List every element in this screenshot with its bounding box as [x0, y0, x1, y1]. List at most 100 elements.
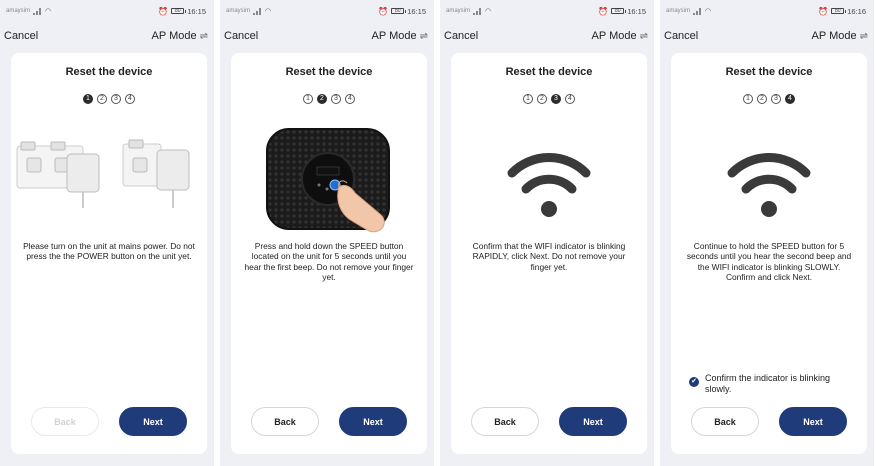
- button-row: Back Next: [231, 407, 427, 436]
- back-button[interactable]: Back: [471, 407, 539, 436]
- status-bar: amaysim ◠ ⏰ 80 16:15: [220, 0, 434, 22]
- back-button[interactable]: Back: [251, 407, 319, 436]
- swap-icon: ⇌: [639, 30, 648, 42]
- wifi-icon: [451, 118, 647, 248]
- step-1: 1: [303, 94, 313, 104]
- wifi-icon: [671, 118, 867, 248]
- top-bar: Cancel AP Mode ⇌: [660, 22, 874, 50]
- page-title: Reset the device: [65, 66, 153, 78]
- step-3: 3: [551, 94, 561, 104]
- device-panel-illustration: [231, 118, 427, 248]
- mode-label: AP Mode: [591, 30, 637, 42]
- wifi-status-icon: ◠: [705, 8, 712, 15]
- next-button[interactable]: Next: [339, 407, 407, 436]
- check-icon: ✔: [689, 377, 699, 387]
- clock: 16:15: [187, 6, 206, 16]
- mode-selector[interactable]: AP Mode ⇌: [152, 30, 208, 42]
- step-4: 4: [125, 94, 135, 104]
- alarm-icon: ⏰: [598, 6, 609, 16]
- phone-screen-4: amaysim ◠ ⏰ 80 16:16 Cancel AP Mode ⇌ Res…: [660, 0, 874, 466]
- swap-icon: ⇌: [199, 30, 208, 42]
- power-outlet-illustration: [11, 118, 207, 248]
- page-title: Reset the device: [505, 66, 593, 78]
- next-button[interactable]: Next: [559, 407, 627, 436]
- reset-card: Reset the device 1 2 3 4: [11, 53, 207, 454]
- instruction-text: Continue to hold the SPEED button for 5 …: [686, 241, 852, 282]
- mode-label: AP Mode: [151, 30, 197, 42]
- cancel-button[interactable]: Cancel: [664, 30, 698, 42]
- step-indicator: 1 2 3 4: [451, 94, 647, 104]
- mode-selector[interactable]: AP Mode ⇌: [372, 30, 428, 42]
- page-title: Reset the device: [725, 66, 813, 78]
- step-4: 4: [345, 94, 355, 104]
- reset-card: Reset the device 1 2 3 4: [231, 53, 427, 454]
- phone-screen-3: amaysim ◠ ⏰ 80 16:15 Cancel AP Mode ⇌ Res…: [440, 0, 654, 466]
- carrier-label: amaysim: [446, 8, 471, 14]
- status-bar: amaysim ◠ ⏰ 80 16:15: [0, 0, 214, 22]
- carrier-label: amaysim: [666, 8, 691, 14]
- top-bar: Cancel AP Mode ⇌: [0, 22, 214, 50]
- step-3: 3: [771, 94, 781, 104]
- battery-icon: 80: [831, 8, 847, 14]
- step-indicator: 1 2 3 4: [671, 94, 867, 104]
- cancel-button[interactable]: Cancel: [4, 30, 38, 42]
- step-2: 2: [97, 94, 107, 104]
- alarm-icon: ⏰: [378, 6, 389, 16]
- alarm-icon: ⏰: [158, 6, 169, 16]
- phone-screen-1: amaysim ◠ ⏰ 80 16:15 Cancel AP Mode ⇌ Res…: [0, 0, 214, 466]
- button-row: Back Next: [671, 407, 867, 436]
- step-2: 2: [537, 94, 547, 104]
- confirm-label: Confirm the indicator is blinking slowly…: [705, 373, 831, 394]
- signal-icon: [253, 7, 262, 15]
- step-indicator: 1 2 3 4: [11, 94, 207, 104]
- alarm-icon: ⏰: [818, 6, 829, 16]
- signal-icon: [693, 7, 702, 15]
- clock: 16:15: [407, 6, 426, 16]
- signal-icon: [33, 7, 42, 15]
- step-4: 4: [785, 94, 795, 104]
- step-4: 4: [565, 94, 575, 104]
- mode-selector[interactable]: AP Mode ⇌: [592, 30, 648, 42]
- cancel-button[interactable]: Cancel: [224, 30, 258, 42]
- step-3: 3: [111, 94, 121, 104]
- signal-icon: [473, 7, 482, 15]
- confirm-checkbox[interactable]: ✔ Confirm the indicator is blinking slow…: [689, 373, 853, 395]
- mode-selector[interactable]: AP Mode ⇌: [812, 30, 868, 42]
- wifi-status-icon: ◠: [265, 8, 272, 15]
- button-row: Back Next: [451, 407, 647, 436]
- step-1: 1: [743, 94, 753, 104]
- back-button[interactable]: Back: [31, 407, 99, 436]
- button-row: Back Next: [11, 407, 207, 436]
- phone-screen-2: amaysim ◠ ⏰ 80 16:15 Cancel AP Mode ⇌ Res…: [220, 0, 434, 466]
- mode-label: AP Mode: [811, 30, 857, 42]
- top-bar: Cancel AP Mode ⇌: [440, 22, 654, 50]
- step-2: 2: [757, 94, 767, 104]
- step-3: 3: [331, 94, 341, 104]
- instruction-text: Confirm that the WIFI indicator is blink…: [472, 241, 626, 272]
- next-button[interactable]: Next: [119, 407, 187, 436]
- status-bar: amaysim ◠ ⏰ 80 16:15: [440, 0, 654, 22]
- status-bar: amaysim ◠ ⏰ 80 16:16: [660, 0, 874, 22]
- instruction-text: Press and hold down the SPEED button loc…: [244, 241, 414, 282]
- clock: 16:16: [847, 6, 866, 16]
- battery-icon: 80: [171, 8, 187, 14]
- carrier-label: amaysim: [6, 8, 31, 14]
- mode-label: AP Mode: [371, 30, 417, 42]
- swap-icon: ⇌: [419, 30, 428, 42]
- battery-icon: 80: [611, 8, 627, 14]
- step-1: 1: [523, 94, 533, 104]
- reset-card: Reset the device 1 2 3 4 Continue to hol…: [671, 53, 867, 454]
- cancel-button[interactable]: Cancel: [444, 30, 478, 42]
- instruction-text: Please turn on the unit at mains power. …: [23, 241, 195, 262]
- step-indicator: 1 2 3 4: [231, 94, 427, 104]
- top-bar: Cancel AP Mode ⇌: [220, 22, 434, 50]
- next-button[interactable]: Next: [779, 407, 847, 436]
- clock: 16:15: [627, 6, 646, 16]
- back-button[interactable]: Back: [691, 407, 759, 436]
- step-2: 2: [317, 94, 327, 104]
- step-1: 1: [83, 94, 93, 104]
- swap-icon: ⇌: [859, 30, 868, 42]
- page-title: Reset the device: [285, 66, 373, 78]
- carrier-label: amaysim: [226, 8, 251, 14]
- battery-icon: 80: [391, 8, 407, 14]
